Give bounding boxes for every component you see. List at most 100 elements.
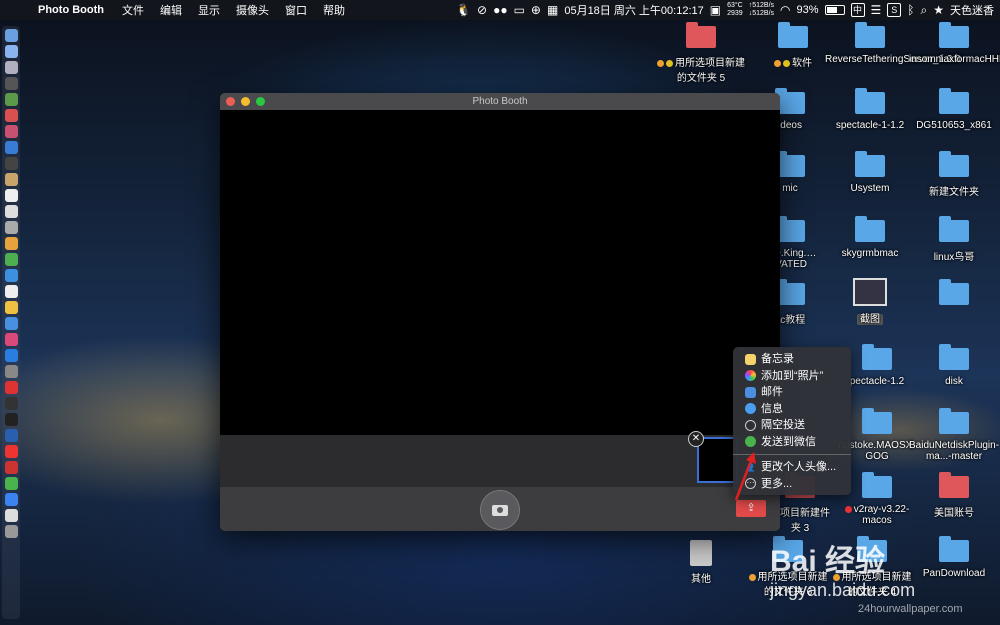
battery-percent[interactable]: 93%: [797, 4, 819, 16]
document-icon[interactable]: [4, 509, 18, 522]
menu-app-name[interactable]: Photo Booth: [38, 4, 104, 16]
share-wechat-item[interactable]: 发送到微信: [733, 434, 851, 451]
desktop-icon[interactable]: [909, 279, 999, 311]
camera-preview[interactable]: [220, 110, 780, 435]
grid-icon[interactable]: ▣: [710, 3, 721, 17]
finder-icon[interactable]: [4, 29, 18, 42]
reminders-icon[interactable]: [4, 221, 18, 234]
calendar-icon[interactable]: ▦: [547, 3, 558, 17]
bluetooth-icon[interactable]: ᛒ: [907, 3, 914, 17]
clock-text[interactable]: 05月18日 周六 上午00:12:17: [564, 2, 703, 18]
desktop-icon[interactable]: linux鸟哥: [909, 216, 999, 263]
folder-icon: [862, 472, 892, 498]
desktop-icon[interactable]: PanDownload: [909, 536, 999, 579]
desktop-icon[interactable]: Usystem: [825, 151, 915, 194]
music-icon[interactable]: [4, 333, 18, 346]
contacts-icon[interactable]: [4, 173, 18, 186]
desktop-icon[interactable]: 美国账号: [909, 472, 999, 519]
share-airdrop-item[interactable]: 隔空投送: [733, 417, 851, 434]
menu-camera[interactable]: 摄像头: [236, 2, 269, 18]
zoom-window-button[interactable]: [256, 97, 265, 106]
app-pink-icon[interactable]: [4, 125, 18, 138]
settings-icon[interactable]: [4, 365, 18, 378]
window-titlebar[interactable]: Photo Booth: [220, 93, 780, 110]
folder-icon: [862, 344, 892, 370]
list-icon[interactable]: ☰: [871, 3, 882, 17]
qq-icon[interactable]: 🐧: [456, 3, 471, 17]
share-notes-item[interactable]: 备忘录: [733, 351, 851, 368]
activity-icon[interactable]: [4, 413, 18, 426]
share-messages-item[interactable]: 信息: [733, 401, 851, 418]
desktop-icon[interactable]: DG510653_x861: [909, 88, 999, 131]
app-dark-icon[interactable]: [4, 157, 18, 170]
input-method-indicator[interactable]: 中: [850, 3, 865, 17]
annotation-arrow: [734, 452, 756, 501]
star-icon[interactable]: ★: [933, 3, 944, 17]
network-speed-stat[interactable]: ↑512B/s ↓512B/s: [749, 2, 774, 18]
app-red-icon[interactable]: [4, 109, 18, 122]
screenshot-thumbnail-icon: [853, 278, 887, 306]
photos-app-icon: [745, 370, 756, 382]
desktop-icon[interactable]: 其他: [656, 540, 746, 585]
user-name[interactable]: 天色迷香: [950, 2, 994, 18]
terminal-icon[interactable]: [4, 397, 18, 410]
maps-icon[interactable]: [4, 285, 18, 298]
notes-app-icon: [745, 353, 756, 365]
minimize-window-button[interactable]: [241, 97, 250, 106]
cpu-temp-stat[interactable]: 63°C 2939: [727, 2, 743, 18]
folder-icon: [855, 151, 885, 177]
keynote-icon[interactable]: [4, 317, 18, 330]
close-window-button[interactable]: [226, 97, 235, 106]
desktop-icon[interactable]: 用所选项目新建的文件夹 5: [656, 22, 746, 84]
wechat-dock-icon[interactable]: [4, 477, 18, 490]
dots-icon[interactable]: ●●: [493, 3, 508, 17]
folder-icon: [778, 22, 808, 48]
take-photo-button[interactable]: [480, 490, 520, 530]
wechat-icon: [745, 436, 756, 448]
share-photos-item[interactable]: 添加到“照片”: [733, 368, 851, 385]
vivaldi-icon[interactable]: [4, 381, 18, 394]
airplay-icon[interactable]: ▭: [514, 3, 525, 17]
menu-view[interactable]: 显示: [198, 2, 220, 18]
rocket-icon[interactable]: [4, 77, 18, 90]
safari-icon[interactable]: ⊘: [477, 3, 487, 17]
folder-icon: [939, 344, 969, 370]
yandex-icon[interactable]: [4, 445, 18, 458]
menu-help[interactable]: 帮助: [323, 2, 345, 18]
notes-icon[interactable]: [4, 205, 18, 218]
desktop-icon[interactable]: BaiduNetdiskPlugin-ma...-master: [909, 408, 999, 462]
android-icon[interactable]: [4, 93, 18, 106]
desktop-icon[interactable]: spectacle-1-1.2: [825, 88, 915, 131]
siri-icon[interactable]: [4, 45, 18, 58]
desktop-icon[interactable]: skygrmbmac: [825, 216, 915, 259]
desktop-icon[interactable]: 新建文件夹: [909, 151, 999, 198]
appstore-icon[interactable]: [4, 349, 18, 362]
vpn-icon[interactable]: [4, 429, 18, 442]
s-icon[interactable]: S: [887, 3, 902, 17]
messages-icon[interactable]: [4, 253, 18, 266]
calendar-dock-icon[interactable]: [4, 189, 18, 202]
numbers-icon[interactable]: [4, 301, 18, 314]
photos-icon[interactable]: [4, 237, 18, 250]
menu-window[interactable]: 窗口: [285, 2, 307, 18]
delete-photo-button[interactable]: ✕: [688, 431, 704, 447]
share-mail-item[interactable]: 邮件: [733, 384, 851, 401]
globe-icon[interactable]: ⊕: [531, 3, 541, 17]
safari-dock-icon[interactable]: [4, 141, 18, 154]
qq-dock-icon[interactable]: [4, 493, 18, 506]
facetime-icon[interactable]: [4, 269, 18, 282]
folder-icon: [939, 216, 969, 242]
desktop-icon[interactable]: 截图: [825, 278, 915, 325]
menu-file[interactable]: 文件: [122, 2, 144, 18]
weibo-icon[interactable]: [4, 461, 18, 474]
messages-app-icon: [745, 403, 756, 415]
menu-edit[interactable]: 编辑: [160, 2, 182, 18]
trash-icon[interactable]: [4, 525, 18, 538]
search-icon[interactable]: ⌕: [921, 3, 928, 18]
desktop-icon[interactable]: insomniaxformacHHB_jb51: [909, 22, 1000, 65]
launchpad-icon[interactable]: [4, 61, 18, 74]
desktop-icon[interactable]: disk: [909, 344, 999, 387]
wifi-icon[interactable]: ◠: [780, 3, 790, 17]
photo-booth-window: Photo Booth: [220, 93, 780, 531]
desktop-icon[interactable]: ReverseTetheringServer_1.2.0: [825, 22, 961, 65]
